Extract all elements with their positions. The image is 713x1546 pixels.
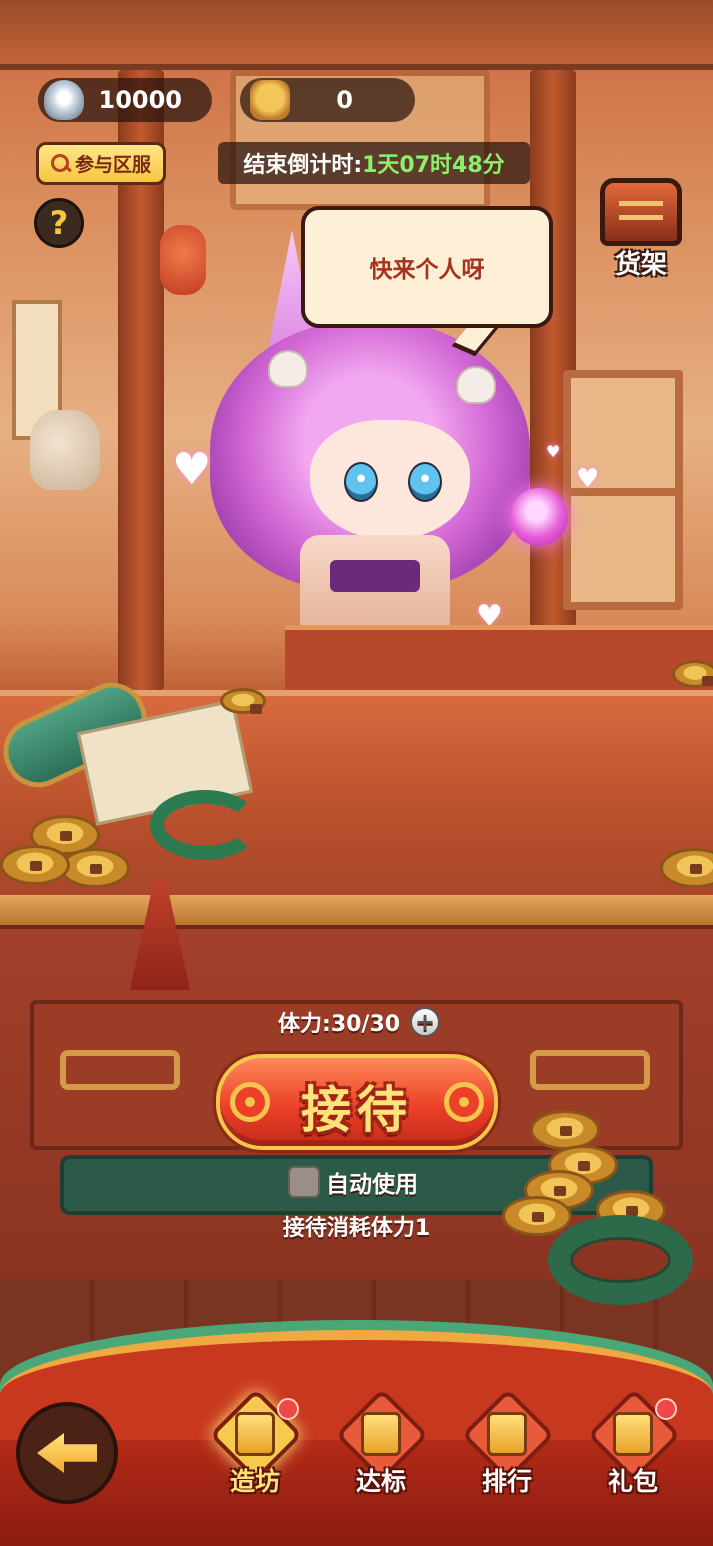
event-countdown: 结束倒计时: 1天07时48分	[218, 142, 530, 184]
back-arrow-icon	[37, 1433, 97, 1473]
coin-icon	[502, 1196, 572, 1236]
heart-orb-icon	[510, 488, 568, 546]
character-eye	[344, 462, 378, 502]
workshop-icon	[235, 1412, 275, 1456]
notification-badge	[655, 1398, 677, 1420]
character-face	[310, 420, 470, 540]
heart-icon: ♥	[546, 442, 561, 461]
speech-text: 快来个人呀	[369, 257, 485, 283]
search-icon	[50, 153, 71, 174]
auto-use-label: 自动使用	[326, 1172, 418, 1198]
stamina-text: 体力:30/30	[278, 1012, 401, 1037]
token-bag-icon	[250, 80, 290, 120]
token-amount: 0	[336, 86, 353, 114]
coin-icon	[672, 660, 713, 688]
heart-icon: ♥	[576, 464, 600, 494]
skull-ornament	[268, 350, 308, 388]
silver-amount: 10000	[98, 86, 183, 114]
jade-pendant-decoration	[150, 790, 260, 860]
nav-item-workshop[interactable]: 造坊	[205, 1388, 305, 1508]
join-server-button[interactable]: 参与区服	[36, 142, 166, 185]
reception-label: 接待	[301, 1081, 413, 1139]
token-currency-bar: 0	[240, 78, 415, 122]
auto-use-toggle[interactable]: 自动使用	[288, 1164, 448, 1200]
reception-button[interactable]: 接待	[216, 1054, 498, 1150]
coin-icon	[220, 688, 266, 714]
roof-beam	[0, 0, 713, 70]
shelf-label: 货架	[614, 250, 667, 280]
gift-icon	[613, 1412, 653, 1456]
notification-badge	[277, 1398, 299, 1420]
countdown-prefix: 结束倒计时:	[243, 153, 363, 178]
nav-item-gift[interactable]: 礼包	[583, 1388, 683, 1508]
nav-item-achievement[interactable]: 达标	[331, 1388, 431, 1508]
question-mark-icon: ?	[49, 204, 69, 242]
silver-currency-bar: 10000	[38, 78, 212, 122]
add-stamina-button[interactable]: +	[410, 1007, 441, 1037]
reception-cost-note: 接待消耗体力1	[282, 1216, 431, 1241]
achievement-icon	[361, 1412, 401, 1456]
speech-bubble: 快来个人呀	[301, 206, 553, 328]
help-button[interactable]: ?	[34, 198, 84, 248]
auto-use-checkbox[interactable]	[288, 1166, 320, 1198]
stamina-display: 体力:30/30 +	[278, 1006, 458, 1038]
back-button[interactable]	[16, 1402, 118, 1504]
desk-ornament	[60, 1050, 180, 1090]
desk-ornament	[530, 1050, 650, 1090]
nav-label-ranking: 排行	[481, 1467, 532, 1496]
coin-icon	[530, 1110, 600, 1150]
nav-label-gift: 礼包	[607, 1467, 658, 1496]
shelf-button[interactable]: 货架	[594, 176, 688, 282]
nav-item-ranking[interactable]: 排行	[457, 1388, 557, 1508]
desk-edge	[0, 895, 713, 925]
coin-icon	[60, 848, 130, 888]
coin-icon	[0, 845, 70, 885]
join-server-label: 参与区服	[74, 154, 151, 176]
jade-ring-decoration	[548, 1215, 693, 1305]
vase-decoration	[30, 410, 100, 490]
nav-label-achievement: 达标	[355, 1467, 406, 1496]
character-eye	[408, 462, 442, 502]
lantern-decoration	[160, 225, 206, 295]
heart-icon: ♥	[172, 444, 212, 495]
silver-ingot-icon	[44, 80, 84, 120]
ranking-icon	[487, 1412, 527, 1456]
shelf-icon	[600, 178, 682, 246]
back-counter	[285, 625, 713, 695]
skull-ornament	[456, 366, 496, 404]
character-outfit	[330, 560, 420, 592]
nav-label-workshop: 造坊	[229, 1467, 280, 1496]
countdown-time: 1天07时48分	[362, 153, 505, 178]
